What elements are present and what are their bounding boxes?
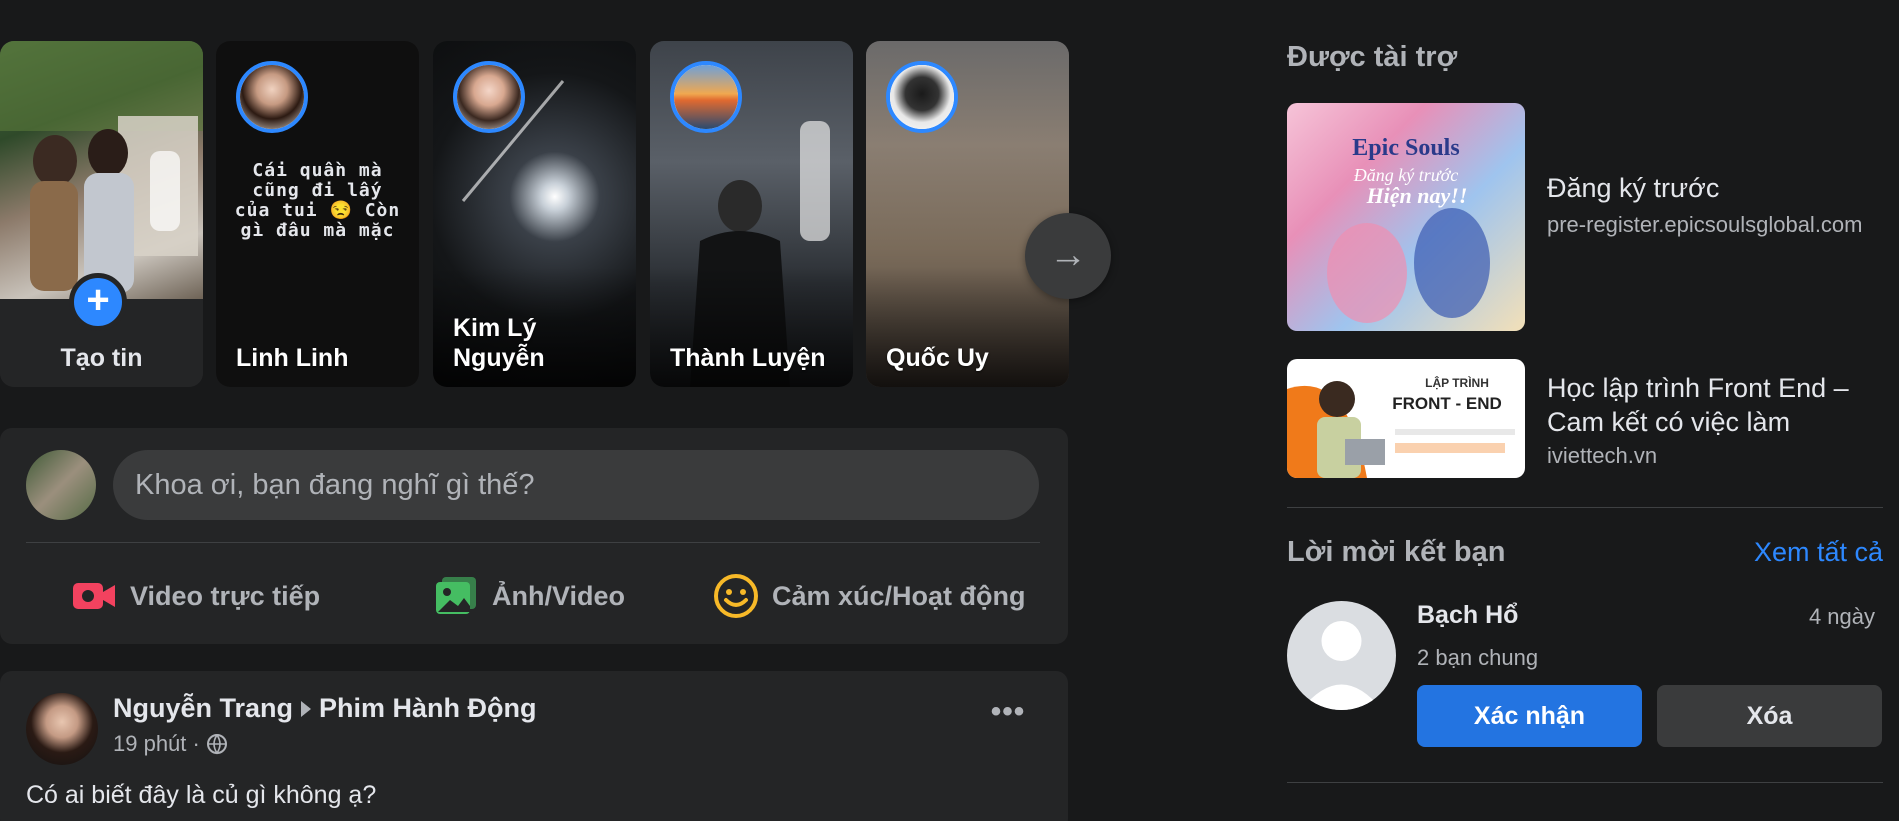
create-story-label: Tạo tin	[60, 344, 143, 372]
mutual-friends[interactable]: 2 bạn chung	[1417, 645, 1538, 671]
sponsored-ad[interactable]: LẬP TRÌNH FRONT - END Học lập trình Fron…	[1287, 359, 1887, 478]
ad-thumbnail: Epic Souls Đăng ký trước Hiện nay!!	[1287, 103, 1525, 331]
svg-text:Đăng ký trước: Đăng ký trước	[1353, 165, 1458, 185]
more-horizontal-icon: •••	[990, 695, 1026, 728]
story-author-name: Thành Luyện	[670, 344, 826, 372]
story-avatar	[886, 61, 958, 133]
live-video-button[interactable]: Video trực tiếp	[72, 568, 320, 624]
ad-course-art: LẬP TRÌNH FRONT - END	[1287, 375, 1515, 478]
post-time[interactable]: 19 phút ·	[113, 731, 200, 757]
photo-video-button[interactable]: Ảnh/Video	[434, 568, 625, 624]
sponsored-title: Được tài trợ	[1287, 41, 1458, 73]
delete-button[interactable]: Xóa	[1657, 685, 1882, 747]
friend-request-avatar[interactable]	[1287, 601, 1396, 710]
friend-request-time: 4 ngày	[1808, 604, 1875, 629]
photo-icon	[436, 577, 476, 614]
post-composer: Khoa ơi, bạn đang nghĩ gì thế? Video trự…	[0, 428, 1068, 644]
svg-text:FRONT - END: FRONT - END	[1392, 394, 1502, 413]
feeling-activity-button[interactable]: Cảm xúc/Hoạt động	[714, 568, 1026, 624]
story-author-name: Kim Lý Nguyễn	[453, 314, 545, 372]
photo-video-label: Ảnh/Video	[492, 580, 626, 611]
story-caption: Cái quần mà cũng đi lấy của tui 😒 Còn gì…	[234, 160, 401, 241]
svg-text:LẬP TRÌNH: LẬP TRÌNH	[1425, 375, 1489, 390]
globe-icon	[206, 734, 227, 755]
composer-divider	[26, 542, 1040, 543]
feeling-icon	[714, 574, 758, 618]
story-author-name: Linh Linh	[236, 344, 349, 372]
ad-domain: iviettech.vn	[1547, 443, 1658, 468]
friend-requests-title: Lời mời kết bạn	[1287, 536, 1506, 568]
right-sidebar: Được tài trợ Epic Souls Đăng ký trước Hi…	[1287, 0, 1899, 821]
live-video-icon	[73, 583, 115, 609]
see-all-link[interactable]: Xem tất cả	[1754, 537, 1883, 568]
story-card[interactable]: Quốc Uy	[866, 41, 1069, 387]
arrow-right-icon: →	[1049, 234, 1087, 276]
story-card[interactable]: Kim Lý Nguyễn	[433, 41, 636, 387]
facebook-news-feed: + Tạo tin Cái quần mà cũng đi lấy của tu…	[0, 0, 1899, 821]
add-story-icon[interactable]: +	[69, 273, 127, 331]
sponsored-ad[interactable]: Epic Souls Đăng ký trước Hiện nay!! Đăng…	[1287, 103, 1887, 331]
svg-text:Epic Souls: Epic Souls	[1352, 135, 1459, 161]
story-card[interactable]: Thành Luyện	[650, 41, 853, 387]
ad-title: Đăng ký trước	[1547, 173, 1720, 203]
sidebar-divider	[1287, 782, 1883, 783]
friend-request-name[interactable]: Bạch Hổ	[1417, 601, 1518, 630]
triangle-right-icon	[301, 700, 312, 717]
post-options-button[interactable]: •••	[985, 697, 1031, 743]
post-meta: 19 phút ·	[113, 731, 228, 757]
story-avatar	[236, 61, 308, 133]
story-avatar	[453, 61, 525, 133]
ad-thumbnail: LẬP TRÌNH FRONT - END	[1287, 359, 1525, 478]
post-group-name[interactable]: Phim Hành Động	[319, 693, 537, 724]
story-card[interactable]: Cái quần mà cũng đi lấy của tui 😒 Còn gì…	[216, 41, 419, 387]
create-story-card[interactable]: + Tạo tin	[0, 41, 203, 387]
story-avatar	[670, 61, 742, 133]
feed-post: Nguyễn Trang Phim Hành Động 19 phút · ••…	[0, 671, 1068, 821]
ad-title: Học lập trình Front End – Cam kết có việ…	[1547, 373, 1849, 437]
story-author-name: Quốc Uy	[886, 344, 989, 372]
post-header: Nguyễn Trang Phim Hành Động	[113, 693, 537, 724]
ad-domain: pre-register.epicsoulsglobal.com	[1547, 212, 1863, 237]
ad-game-art: Epic Souls Đăng ký trước Hiện nay!!	[1327, 135, 1490, 323]
confirm-button[interactable]: Xác nhận	[1417, 685, 1642, 747]
svg-text:Hiện nay!!: Hiện nay!!	[1366, 183, 1468, 208]
stories-next-button[interactable]: →	[1025, 213, 1111, 299]
post-author-avatar[interactable]	[26, 693, 98, 765]
post-author-name[interactable]: Nguyễn Trang	[113, 693, 293, 724]
post-text: Có ai biết đây là củ gì không ạ?	[26, 781, 377, 809]
current-user-avatar[interactable]	[26, 450, 96, 520]
feeling-activity-label: Cảm xúc/Hoạt động	[772, 580, 1026, 611]
composer-input[interactable]: Khoa ơi, bạn đang nghĩ gì thế?	[113, 450, 1039, 520]
create-story-photo	[0, 41, 203, 299]
stories-carousel: + Tạo tin Cái quần mà cũng đi lấy của tu…	[0, 41, 1111, 388]
sidebar-divider	[1287, 507, 1883, 508]
live-video-label: Video trực tiếp	[130, 580, 321, 611]
default-avatar-icon	[1301, 621, 1382, 710]
